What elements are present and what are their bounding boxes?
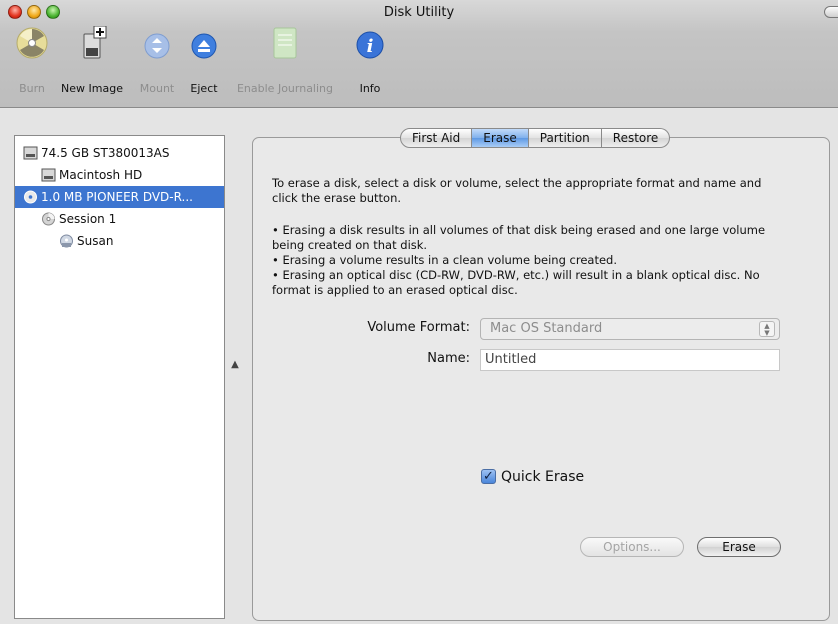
eject-icon	[191, 33, 217, 59]
optical-drive-icon	[24, 190, 37, 204]
options-button[interactable]: Options...	[580, 537, 684, 557]
tab-erase[interactable]: Erase	[472, 128, 529, 148]
sidebar-item-label: Macintosh HD	[59, 168, 143, 182]
erase-note-line: • Erasing a volume results in a clean vo…	[272, 253, 618, 267]
session-row-session-1[interactable]: Session 1	[15, 208, 224, 230]
name-field[interactable]: Untitled	[480, 349, 780, 371]
new-image-button[interactable]: New Image	[56, 26, 128, 102]
volume-format-popup[interactable]: Mac OS Standard ▲ ▼	[480, 318, 780, 340]
quick-erase-label[interactable]: Quick Erase	[501, 469, 584, 485]
erase-intro-line: click the erase button.	[272, 191, 402, 205]
erase-note-line: • Erasing a disk results in all volumes …	[272, 223, 766, 237]
erase-intro: To erase a disk, select a disk or volume…	[272, 176, 812, 206]
erase-note-line: format is applied to an erased optical d…	[272, 283, 518, 297]
sidebar-item-label: 1.0 MB PIONEER DVD-R...	[41, 190, 193, 204]
disk-utility-window: Disk Utility Burn New Image Mount Eject …	[0, 0, 838, 624]
volume-row-susan[interactable]: Susan	[15, 230, 224, 252]
sidebar-item-label: Susan	[77, 234, 114, 248]
erase-button[interactable]: Erase	[697, 537, 781, 557]
split-view-handle[interactable]: ▲	[228, 359, 242, 373]
tab-restore[interactable]: Restore	[601, 128, 671, 148]
window-chrome: Disk Utility Burn New Image Mount Eject …	[0, 0, 838, 108]
sidebar-item-label: 74.5 GB ST380013AS	[41, 146, 170, 160]
volume-format-value: Mac OS Standard	[490, 321, 603, 336]
name-label: Name:	[427, 351, 470, 366]
volume-format-label: Volume Format:	[367, 320, 470, 335]
enable-journaling-label: Enable Journaling	[236, 82, 334, 95]
toolbar-toggle-button[interactable]	[824, 6, 838, 18]
info-label: Info	[359, 82, 381, 95]
disk-row-pioneer-dvd[interactable]: 1.0 MB PIONEER DVD-R...	[15, 186, 224, 208]
disk-row-st380013as[interactable]: 74.5 GB ST380013AS	[15, 142, 224, 164]
disc-volume-icon	[60, 234, 73, 248]
title-bar[interactable]: Disk Utility	[0, 0, 838, 24]
volume-row-macintosh-hd[interactable]: Macintosh HD	[15, 164, 224, 186]
mount-label: Mount	[139, 82, 175, 95]
mount-icon	[144, 33, 170, 59]
burn-button[interactable]: Burn	[14, 26, 50, 102]
burn-label: Burn	[19, 82, 45, 95]
new-image-icon	[83, 26, 107, 59]
erase-note-line: being created on that disk.	[272, 238, 428, 252]
erase-notes: • Erasing a disk results in all volumes …	[272, 223, 812, 298]
new-image-label: New Image	[61, 82, 123, 95]
info-button[interactable]: i Info	[352, 26, 388, 102]
hard-drive-icon	[23, 146, 38, 160]
window-title: Disk Utility	[383, 5, 455, 20]
journaling-icon	[273, 27, 297, 59]
erase-note-line: • Erasing an optical disc (CD-RW, DVD-RW…	[272, 268, 760, 282]
svg-text:i: i	[367, 36, 374, 57]
sidebar-item-label: Session 1	[59, 212, 117, 226]
burn-icon	[16, 27, 48, 59]
volume-icon	[41, 168, 56, 182]
eject-button[interactable]: Eject	[186, 26, 222, 102]
info-icon: i	[356, 31, 384, 59]
tab-first-aid[interactable]: First Aid	[400, 128, 473, 148]
enable-journaling-button[interactable]: Enable Journaling	[230, 26, 340, 102]
eject-label: Eject	[190, 82, 218, 95]
disc-session-icon	[42, 212, 55, 226]
tab-bar: First Aid Erase Partition Restore	[400, 128, 671, 148]
tab-partition[interactable]: Partition	[528, 128, 602, 148]
erase-intro-line: To erase a disk, select a disk or volume…	[272, 176, 762, 190]
disk-source-list[interactable]: 74.5 GB ST380013AS Macintosh HD 1.0 MB P…	[14, 135, 225, 619]
mount-button[interactable]: Mount	[134, 26, 180, 102]
quick-erase-checkbox[interactable]: ✓	[481, 469, 496, 484]
popup-arrows-icon: ▲ ▼	[759, 321, 775, 337]
